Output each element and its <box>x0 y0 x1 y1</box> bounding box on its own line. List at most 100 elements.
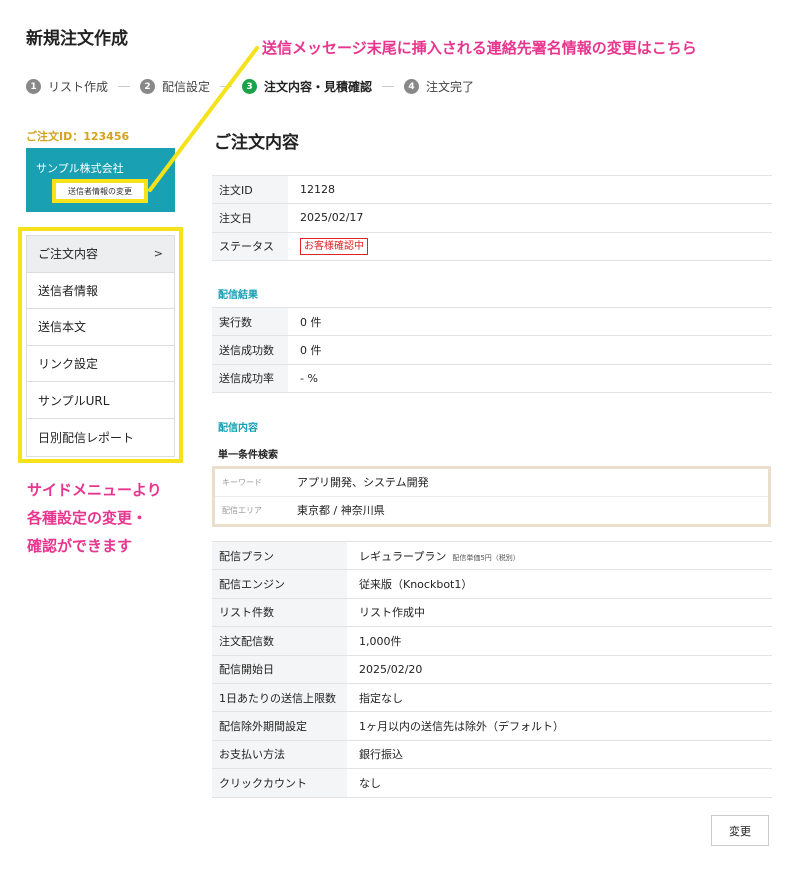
table-row: ステータス お客様確認中 <box>212 232 772 261</box>
row-value: 0 件 <box>288 335 772 365</box>
row-value: 1,000件 <box>347 626 772 656</box>
row-label: クリックカウント <box>212 768 347 798</box>
table-row: 配信除外期間設定 1ヶ月以内の送信先は除外（デフォルト） <box>212 711 772 741</box>
row-value: - % <box>288 364 772 393</box>
table-row: 1日あたりの送信上限数 指定なし <box>212 683 772 713</box>
row-value: レギュラープラン 配信単価5円（税別） <box>347 541 772 571</box>
plan-unit-price-note: 配信単価5円（税別） <box>452 553 520 562</box>
row-value: 従来版（Knockbot1） <box>347 569 772 599</box>
table-row: 配信プラン レギュラープラン 配信単価5円（税別） <box>212 541 772 571</box>
step-label: リスト作成 <box>48 80 109 94</box>
table-row: 実行数 0 件 <box>212 307 772 337</box>
sidebar-item-sender-info[interactable]: 送信者情報 <box>27 273 174 310</box>
annotation-side-menu-note: サイドメニューより 各種設定の変更・ 確認ができます <box>27 476 162 560</box>
delivery-content-heading: 配信内容 <box>218 423 258 434</box>
table-row: 配信エンジン 従来版（Knockbot1） <box>212 569 772 599</box>
status-badge: お客様確認中 <box>300 237 368 255</box>
search-condition-box: キーワード アプリ開発、システム開発 配信エリア 東京都 / 神奈川県 <box>212 466 771 527</box>
row-value: 指定なし <box>347 683 772 713</box>
condition-row: 配信エリア 東京都 / 神奈川県 <box>215 497 768 525</box>
step-label: 配信設定 <box>162 80 211 94</box>
sidebar-item-label: ご注文内容 <box>38 247 99 262</box>
condition-label: キーワード <box>222 477 262 487</box>
row-label: 1日あたりの送信上限数 <box>212 683 347 713</box>
step-label: 注文完了 <box>426 80 475 94</box>
change-button[interactable]: 変更 <box>711 815 769 846</box>
step-number-badge: 2 <box>140 79 156 94</box>
side-menu: ご注文内容 > 送信者情報 送信本文 リンク設定 サンプルURL 日別配信レポー… <box>26 235 175 457</box>
step-list-creation: 1 リスト作成 <box>26 78 108 95</box>
sidebar-item-sample-url[interactable]: サンプルURL <box>27 382 174 419</box>
step-number-badge: 1 <box>26 79 41 94</box>
sidebar-item-order-details[interactable]: ご注文内容 > <box>27 236 174 273</box>
step-label: 注文内容・見積確認 <box>264 80 373 94</box>
step-number-badge: 3 <box>242 79 258 94</box>
sidebar-item-label: 送信者情報 <box>38 283 99 298</box>
row-label: 注文ID <box>212 175 288 205</box>
chevron-right-icon: > <box>153 247 163 261</box>
table-row: クリックカウント なし <box>212 768 772 798</box>
table-row: リスト件数 リスト作成中 <box>212 598 772 628</box>
table-row: 送信成功数 0 件 <box>212 335 772 365</box>
table-row: 送信成功率 - % <box>212 364 772 393</box>
row-label: 配信プラン <box>212 541 347 571</box>
sidebar-item-daily-report[interactable]: 日別配信レポート <box>27 419 174 456</box>
condition-label: 配信エリア <box>222 505 262 515</box>
delivery-result-table: 実行数 0 件 送信成功数 0 件 送信成功率 - % <box>212 307 772 393</box>
step-delivery-settings: 2 配信設定 <box>140 78 210 95</box>
condition-value: アプリ開発、システム開発 <box>297 476 429 490</box>
row-value: リスト作成中 <box>347 598 772 628</box>
row-label: 配信エンジン <box>212 569 347 599</box>
delivery-result-heading: 配信結果 <box>218 290 258 301</box>
row-value: 銀行振込 <box>347 740 772 770</box>
sidebar-item-link-settings[interactable]: リンク設定 <box>27 346 174 383</box>
condition-value: 東京都 / 神奈川県 <box>297 504 385 518</box>
sidebar-item-label: サンプルURL <box>38 393 110 408</box>
sidebar-item-label: 送信本文 <box>38 320 87 335</box>
row-label: 注文配信数 <box>212 626 347 656</box>
row-value: 1ヶ月以内の送信先は除外（デフォルト） <box>347 711 772 741</box>
sender-info-change-button[interactable]: 送信者情報の変更 <box>52 179 148 203</box>
row-label: お支払い方法 <box>212 740 347 770</box>
row-label: 配信開始日 <box>212 655 347 684</box>
sidebar-item-label: 日別配信レポート <box>38 430 135 445</box>
table-row: 配信開始日 2025/02/20 <box>212 655 772 684</box>
plan-details-table: 配信プラン レギュラープラン 配信単価5円（税別） 配信エンジン 従来版（Knoc… <box>212 541 772 798</box>
condition-row: キーワード アプリ開発、システム開発 <box>215 469 768 497</box>
row-label: 実行数 <box>212 307 288 337</box>
progress-steps: 1 リスト作成 2 配信設定 3 注文内容・見積確認 4 注文完了 <box>26 78 474 95</box>
single-condition-heading: 単一条件検索 <box>218 450 278 461</box>
annotation-line: 各種設定の変更・ <box>27 509 148 527</box>
step-separator <box>382 86 395 87</box>
table-row: 注文ID 12128 <box>212 175 772 205</box>
row-label: 送信成功数 <box>212 335 288 365</box>
sidebar-item-message-body[interactable]: 送信本文 <box>27 309 174 346</box>
company-card: サンプル株式会社 送信者情報の変更 <box>26 148 175 212</box>
table-row: 注文日 2025/02/17 <box>212 203 772 233</box>
row-label: ステータス <box>212 232 288 261</box>
row-value: 0 件 <box>288 307 772 337</box>
table-row: 注文配信数 1,000件 <box>212 626 772 656</box>
step-order-confirmation: 3 注文内容・見積確認 <box>242 78 372 95</box>
step-separator <box>220 86 233 87</box>
row-value: 12128 <box>288 175 772 205</box>
table-row: お支払い方法 銀行振込 <box>212 740 772 770</box>
page-title: 新規注文作成 <box>26 29 128 49</box>
row-value: 2025/02/17 <box>288 203 772 233</box>
sidebar-order-id: ご注文ID：123456 <box>26 130 130 143</box>
step-separator <box>118 86 131 87</box>
step-order-complete: 4 注文完了 <box>404 78 474 95</box>
annotation-line: サイドメニューより <box>27 481 162 499</box>
sidebar-item-label: リンク設定 <box>38 357 99 372</box>
row-label: 配信除外期間設定 <box>212 711 347 741</box>
step-number-badge: 4 <box>404 79 420 94</box>
order-info-table: 注文ID 12128 注文日 2025/02/17 ステータス お客様確認中 <box>212 175 772 261</box>
section-title: ご注文内容 <box>214 133 299 153</box>
annotation-sender-info-note: 送信メッセージ末尾に挿入される連絡先署名情報の変更はこちら <box>262 39 697 57</box>
row-label: リスト件数 <box>212 598 347 628</box>
row-label: 送信成功率 <box>212 364 288 393</box>
company-name: サンプル株式会社 <box>36 162 124 175</box>
row-label: 注文日 <box>212 203 288 233</box>
plan-name: レギュラープラン <box>359 549 447 563</box>
annotation-line: 確認ができます <box>27 537 133 555</box>
